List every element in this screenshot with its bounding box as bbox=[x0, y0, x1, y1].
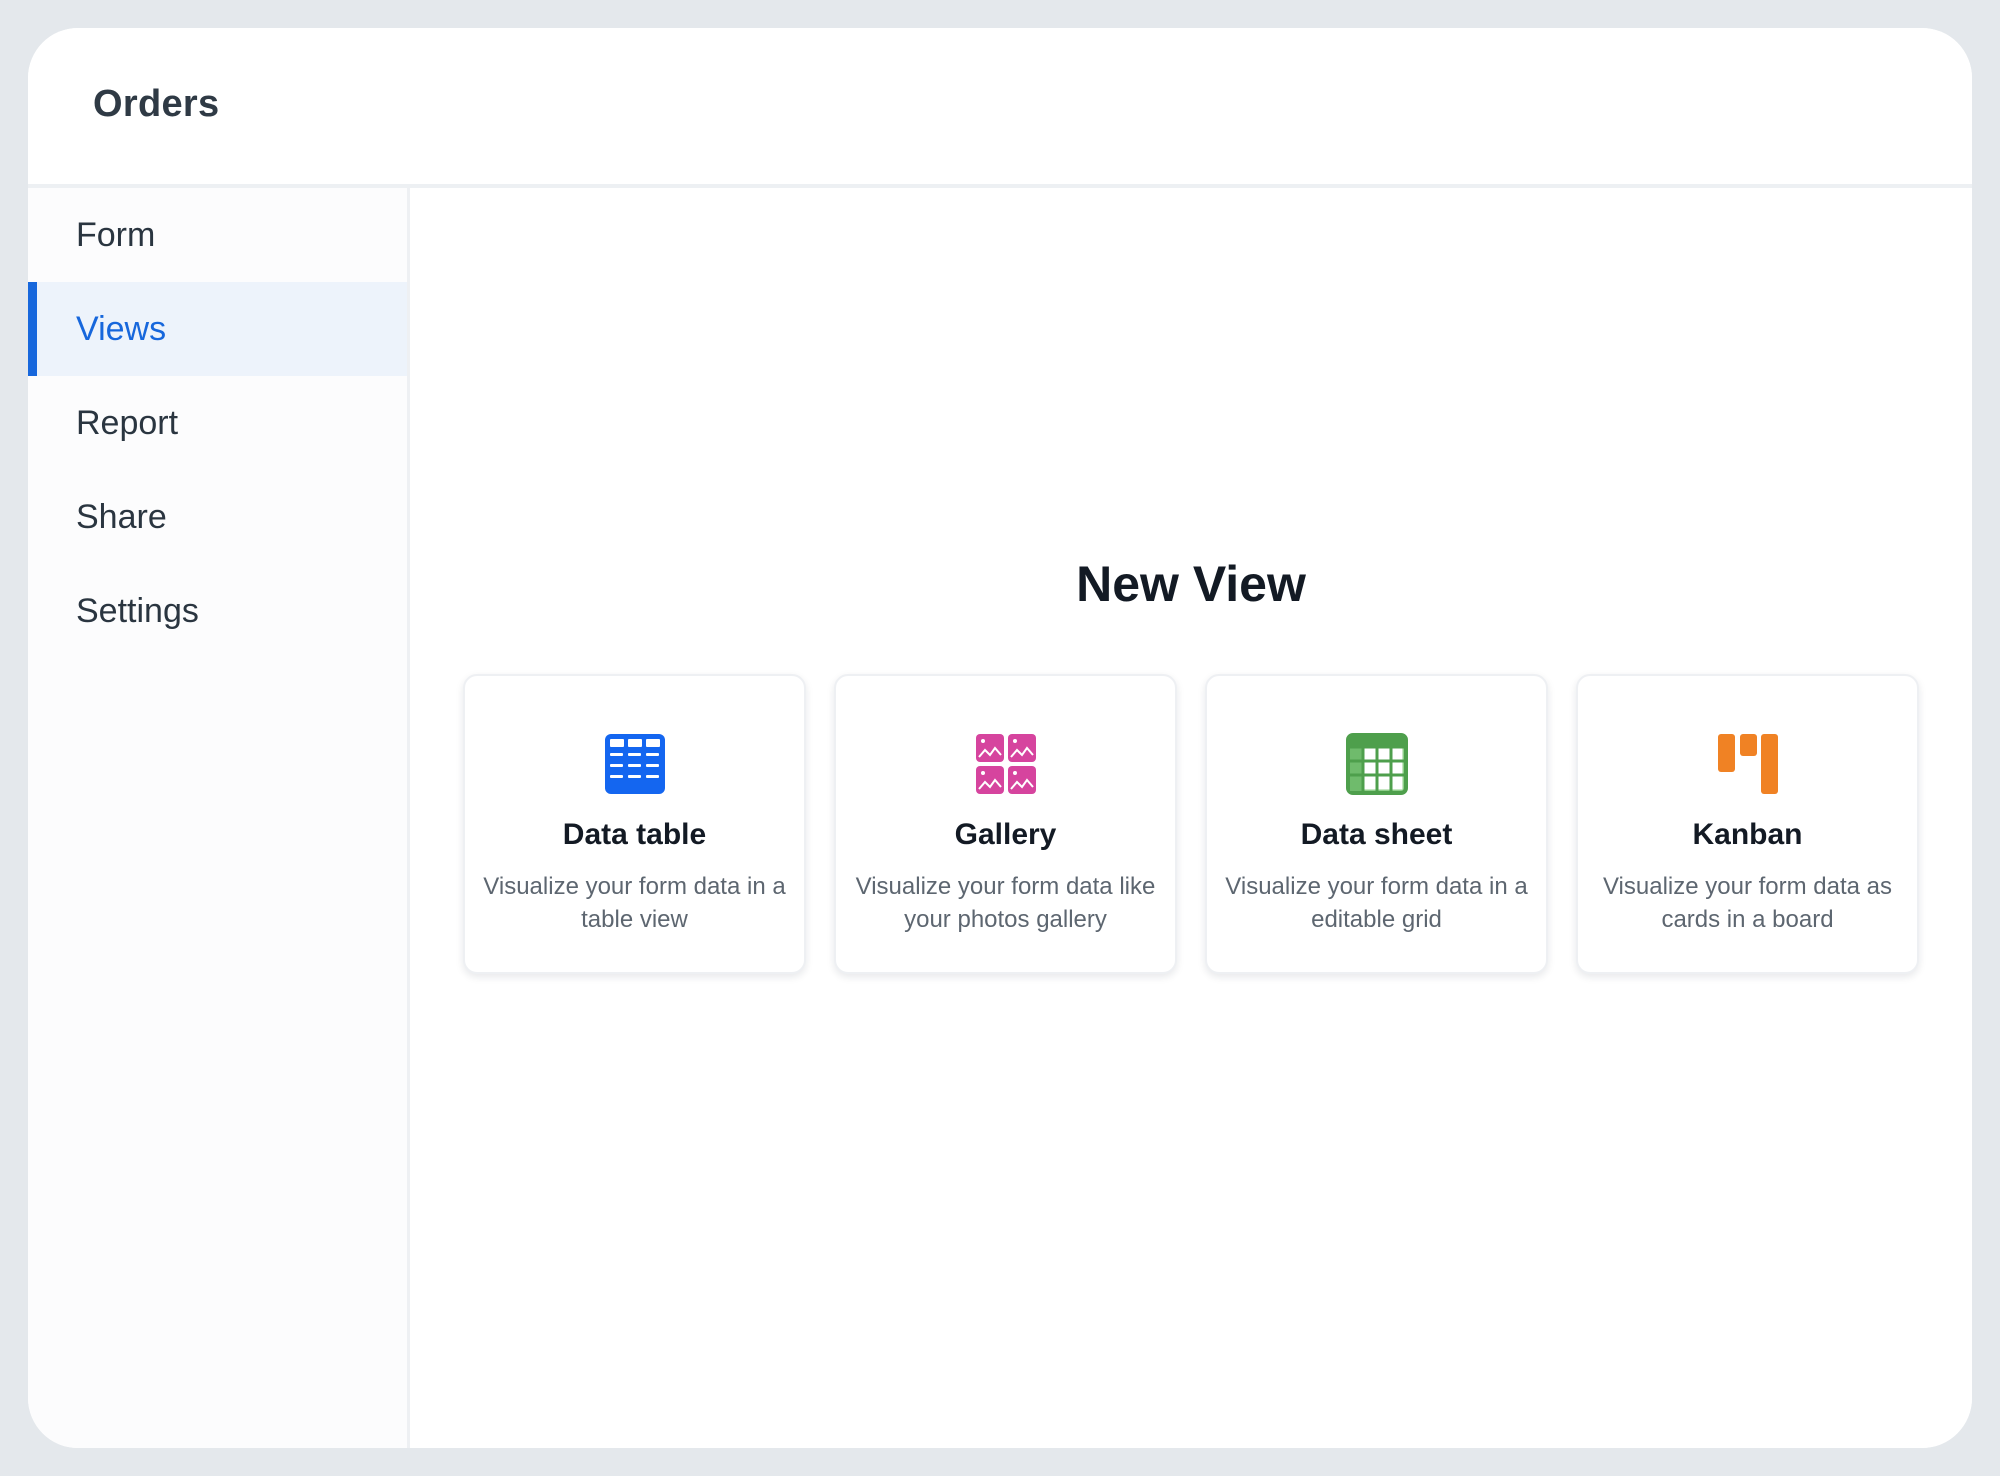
sidebar-item-report[interactable]: Report bbox=[28, 376, 407, 470]
card-description: Visualize your form data in a table view bbox=[483, 873, 786, 933]
sidebar-item-label: Form bbox=[76, 215, 156, 254]
card-title: Data table bbox=[562, 818, 707, 851]
card-description: Visualize your form data as cards in a b… bbox=[1602, 873, 1893, 933]
card-title: Data sheet bbox=[1300, 818, 1453, 851]
view-type-cards: Data table Visualize your form data in a… bbox=[463, 674, 1919, 974]
sidebar-item-label: Share bbox=[76, 497, 167, 536]
card-description: Visualize your form data like your photo… bbox=[855, 873, 1156, 933]
main-content: New View Data table Visualize your form … bbox=[410, 188, 1972, 1448]
sidebar-item-label: Report bbox=[76, 403, 179, 442]
gallery-icon bbox=[975, 734, 1036, 794]
sidebar-item-form[interactable]: Form bbox=[28, 188, 407, 282]
card-title: Gallery bbox=[954, 818, 1057, 851]
sidebar-item-views[interactable]: Views bbox=[28, 282, 407, 376]
data-table-icon bbox=[604, 734, 665, 794]
data-table-card[interactable]: Data table Visualize your form data in a… bbox=[463, 674, 806, 974]
page-title: Orders bbox=[93, 83, 220, 125]
sidebar-item-label: Views bbox=[76, 309, 167, 348]
sidebar: Form Views Report Share Settings bbox=[28, 188, 410, 1448]
kanban-card[interactable]: Kanban Visualize your form data as cards… bbox=[1576, 674, 1919, 974]
new-view-title: New View bbox=[1076, 556, 1306, 612]
header: Orders bbox=[28, 28, 1972, 188]
gallery-card[interactable]: Gallery Visualize your form data like yo… bbox=[834, 674, 1177, 974]
sidebar-item-settings[interactable]: Settings bbox=[28, 564, 407, 658]
app-window: Orders Form Views Report Share Settings … bbox=[28, 28, 1972, 1448]
card-description: Visualize your form data in a editable g… bbox=[1225, 873, 1528, 933]
sidebar-item-label: Settings bbox=[76, 591, 199, 630]
kanban-icon bbox=[1717, 734, 1778, 794]
card-title: Kanban bbox=[1692, 818, 1803, 851]
sidebar-item-share[interactable]: Share bbox=[28, 470, 407, 564]
data-sheet-card[interactable]: Data sheet Visualize your form data in a… bbox=[1205, 674, 1548, 974]
data-sheet-icon bbox=[1345, 733, 1408, 795]
